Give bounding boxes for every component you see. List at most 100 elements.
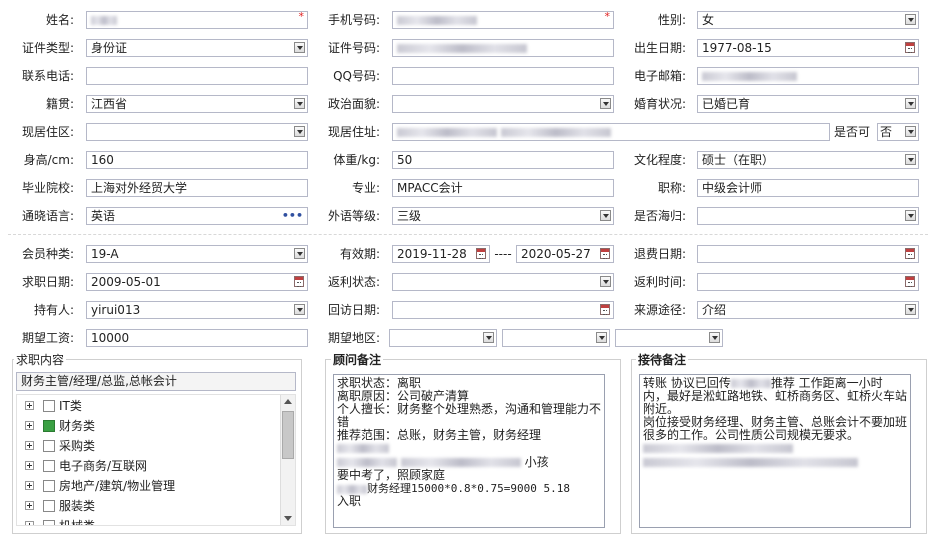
expand-icon[interactable] (25, 521, 34, 525)
name-input[interactable]: * (86, 11, 308, 29)
dropdown-arrow-icon[interactable] (483, 332, 494, 343)
job-title-input[interactable]: 中级会计师 (697, 179, 919, 197)
refund-date-input[interactable] (697, 245, 919, 263)
calendar-icon[interactable] (905, 276, 915, 287)
id-number-input[interactable] (392, 39, 614, 57)
height-input[interactable]: 160 (86, 151, 308, 169)
school-label: 毕业院校: (21, 181, 74, 195)
advisor-notes-textarea[interactable]: 求职状态：离职 离职原因：公司破产清算 个人擅长：财务整个处理熟悉，沟通和管理能… (333, 374, 605, 528)
major-input[interactable]: MPACC会计 (392, 179, 614, 197)
validity-from-input[interactable]: 2019-11-28 (392, 245, 490, 263)
email-input[interactable] (697, 67, 919, 85)
education-select[interactable]: 硕士（在职） (697, 151, 919, 169)
expand-icon[interactable] (25, 421, 34, 430)
calendar-icon[interactable] (905, 248, 915, 259)
calendar-icon[interactable] (905, 42, 915, 53)
scroll-up-icon[interactable] (284, 399, 292, 404)
tree-item[interactable]: 服装类 (17, 496, 282, 516)
job-date-input[interactable]: 2009-05-01 (86, 273, 308, 291)
expand-icon[interactable] (25, 461, 34, 470)
dropdown-arrow-icon[interactable] (294, 126, 305, 137)
dropdown-arrow-icon[interactable] (905, 98, 916, 109)
dropdown-arrow-icon[interactable] (709, 332, 720, 343)
calendar-icon[interactable] (600, 304, 610, 315)
dropdown-arrow-icon[interactable] (905, 154, 916, 165)
calendar-icon[interactable] (294, 276, 304, 287)
rebate-time-input[interactable] (697, 273, 919, 291)
weight-input[interactable]: 50 (392, 151, 614, 169)
rebate-status-label: 返利状态: (327, 275, 380, 289)
contact-phone-input[interactable] (86, 67, 308, 85)
phone-input[interactable]: * (392, 11, 614, 29)
tree-item[interactable]: 机械类 (17, 516, 282, 525)
political-select[interactable] (392, 95, 614, 113)
gender-label: 性别: (657, 13, 686, 27)
checkbox[interactable] (43, 500, 55, 512)
birth-date-input[interactable]: 1977-08-15 (697, 39, 919, 57)
language-level-select[interactable]: 三级 (392, 207, 614, 225)
dropdown-arrow-icon[interactable] (294, 248, 305, 259)
dropdown-arrow-icon[interactable] (905, 14, 916, 25)
dropdown-arrow-icon[interactable] (905, 210, 916, 221)
more-options-icon[interactable]: ••• (282, 208, 303, 224)
tree-item[interactable]: 电子商务/互联网 (17, 456, 282, 476)
dropdown-arrow-icon[interactable] (294, 42, 305, 53)
dropdown-arrow-icon[interactable] (596, 332, 607, 343)
gender-select[interactable]: 女 (697, 11, 919, 29)
job-selected-input[interactable]: 财务主管/经理/总监,总帐会计 (16, 372, 296, 391)
salary-input[interactable]: 10000 (86, 329, 308, 347)
native-place-select[interactable]: 江西省 (86, 95, 308, 113)
calendar-icon[interactable] (600, 248, 610, 259)
reception-notes-textarea[interactable]: 转账 协议已回传 推荐 工作距离一小时 内，最好是淞虹路地铁、虹桥商务区、虹桥火车… (639, 374, 911, 528)
id-number-label: 证件号码: (327, 41, 380, 55)
tree-item[interactable]: 采购类 (17, 436, 282, 456)
expand-icon[interactable] (25, 501, 34, 510)
dropdown-arrow-icon[interactable] (294, 98, 305, 109)
member-type-select[interactable]: 19-A (86, 245, 308, 263)
language-input[interactable]: 英语 ••• (86, 207, 308, 225)
tree-item[interactable]: 财务类 (17, 416, 282, 436)
source-label: 来源途径: (633, 303, 686, 317)
dropdown-arrow-icon[interactable] (905, 126, 916, 137)
calendar-icon[interactable] (476, 248, 486, 259)
email-label: 电子邮箱: (633, 69, 686, 83)
holder-select[interactable]: yirui013 (86, 301, 308, 319)
flag-select[interactable]: 否 (877, 123, 919, 141)
tree-item[interactable]: 房地产/建筑/物业管理 (17, 476, 282, 496)
contact-phone-label: 联系电话: (21, 69, 74, 83)
marital-label: 婚育状况: (633, 97, 686, 111)
qq-input[interactable] (392, 67, 614, 85)
source-select[interactable]: 介绍 (697, 301, 919, 319)
validity-to-input[interactable]: 2020-05-27 (516, 245, 614, 263)
expand-icon[interactable] (25, 441, 34, 450)
dropdown-arrow-icon[interactable] (600, 98, 611, 109)
flag-label: 是否可 (834, 125, 871, 139)
id-type-select[interactable]: 身份证 (86, 39, 308, 57)
address-input[interactable] (392, 123, 830, 141)
checkbox[interactable] (43, 520, 55, 525)
school-input[interactable]: 上海对外经贸大学 (86, 179, 308, 197)
tree-scrollbar[interactable] (280, 395, 295, 525)
revisit-date-input[interactable] (392, 301, 614, 319)
scroll-down-icon[interactable] (284, 516, 292, 521)
checkbox[interactable] (43, 440, 55, 452)
scrollbar-thumb[interactable] (282, 411, 294, 459)
tree-item[interactable]: IT类 (17, 396, 282, 416)
checkbox-checked[interactable] (43, 420, 55, 432)
rebate-status-select[interactable] (392, 273, 614, 291)
region-district-select[interactable] (615, 329, 723, 347)
expand-icon[interactable] (25, 401, 34, 410)
marital-select[interactable]: 已婚已育 (697, 95, 919, 113)
dropdown-arrow-icon[interactable] (600, 210, 611, 221)
region-city-select[interactable] (502, 329, 610, 347)
checkbox[interactable] (43, 400, 55, 412)
overseas-select[interactable] (697, 207, 919, 225)
region-province-select[interactable] (389, 329, 497, 347)
dropdown-arrow-icon[interactable] (294, 304, 305, 315)
district-select[interactable] (86, 123, 308, 141)
checkbox[interactable] (43, 480, 55, 492)
dropdown-arrow-icon[interactable] (905, 304, 916, 315)
expand-icon[interactable] (25, 481, 34, 490)
dropdown-arrow-icon[interactable] (600, 276, 611, 287)
checkbox[interactable] (43, 460, 55, 472)
